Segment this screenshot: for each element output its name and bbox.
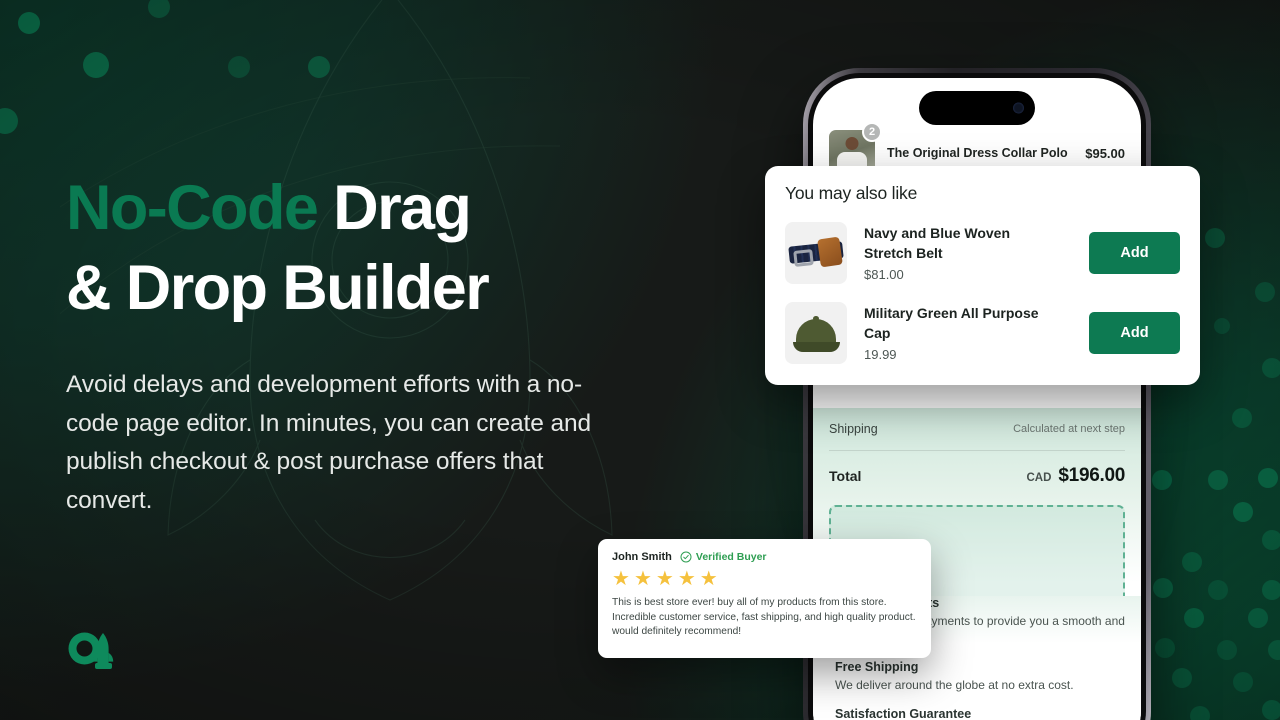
dynamic-island [919, 91, 1035, 125]
upsell-item-price: $81.00 [864, 267, 904, 282]
upsell-item-info: Navy and Blue Woven Stretch Belt $81.00 [847, 224, 1089, 282]
cap-thumbnail-icon [785, 302, 847, 364]
trust-heading: Free Shipping [835, 660, 919, 674]
promo-hero-stage: No-Code Drag & Drop Builder Avoid delays… [0, 0, 1280, 720]
trust-heading: Satisfaction Guarantee [835, 707, 972, 720]
review-card: John Smith Verified Buyer ★ ★ ★ ★ ★ This… [598, 539, 931, 658]
upsell-title: You may also like [785, 183, 918, 203]
review-author: John Smith [612, 551, 672, 563]
verified-buyer-badge: Verified Buyer [680, 551, 767, 563]
upsell-item-cap: Military Green All Purpose Cap 19.99 Add [785, 302, 1180, 364]
star-icon: ★ [633, 568, 652, 590]
check-circle-icon [680, 551, 692, 563]
trust-block-free-shipping: Free Shipping We deliver around the glob… [835, 660, 1125, 694]
upsell-item-belt: Navy and Blue Woven Stretch Belt $81.00 … [785, 222, 1180, 284]
star-rating: ★ ★ ★ ★ ★ [612, 569, 917, 589]
hero-copy: No-Code Drag & Drop Builder Avoid delays… [66, 168, 646, 520]
a-rocket-logo [68, 632, 114, 669]
star-icon: ★ [699, 568, 718, 590]
headline-rest: Drag [317, 173, 472, 243]
trust-block-satisfaction-guarantee: Satisfaction Guarantee We're sure that y… [835, 707, 1125, 720]
review-body: This is best store ever! buy all of my p… [612, 597, 916, 638]
total-currency: CAD [1026, 472, 1052, 484]
front-camera-icon [1013, 102, 1024, 114]
review-header: John Smith Verified Buyer [612, 551, 917, 563]
headline-accent: No-Code [66, 173, 319, 243]
line-item-title: The Original Dress Collar Polo [887, 146, 1068, 160]
belt-thumbnail-icon [785, 222, 847, 284]
upsell-item-price: 19.99 [864, 347, 897, 362]
quantity-badge: 2 [862, 122, 882, 142]
line-item-price: $95.00 [1085, 145, 1125, 161]
total-label: Total [829, 468, 862, 484]
shipping-row: Shipping Calculated at next step [829, 408, 1125, 450]
star-icon: ★ [612, 568, 630, 590]
page-title: No-Code Drag & Drop Builder [66, 168, 646, 328]
headline-line-2: & Drop Builder [66, 253, 490, 323]
belt-buckle-shape [793, 249, 814, 267]
trust-body: We deliver around the globe at no extra … [835, 678, 1074, 692]
add-belt-button[interactable]: Add [1089, 232, 1180, 274]
add-cap-button[interactable]: Add [1089, 312, 1180, 354]
belt-leather-shape [817, 236, 843, 268]
star-icon: ★ [655, 568, 674, 590]
grand-total-row: Total CAD $196.00 [829, 451, 1125, 501]
upsell-item-info: Military Green All Purpose Cap 19.99 [847, 304, 1089, 362]
total-value-wrap: CAD $196.00 [1026, 465, 1125, 487]
shipping-label: Shipping [829, 422, 878, 436]
verified-buyer-label: Verified Buyer [695, 551, 767, 563]
shipping-value: Calculated at next step [1013, 423, 1125, 435]
cap-brim-shape [793, 342, 840, 352]
star-icon: ★ [677, 568, 696, 590]
upsell-card: You may also like Navy and Blue Woven St… [765, 166, 1200, 385]
hero-subcopy: Avoid delays and development efforts wit… [66, 371, 592, 514]
avatar-head-shape [845, 137, 859, 150]
upsell-item-name: Military Green All Purpose Cap [864, 305, 1039, 341]
total-amount: $196.00 [1058, 465, 1125, 486]
upsell-item-name: Navy and Blue Woven Stretch Belt [864, 225, 1011, 261]
